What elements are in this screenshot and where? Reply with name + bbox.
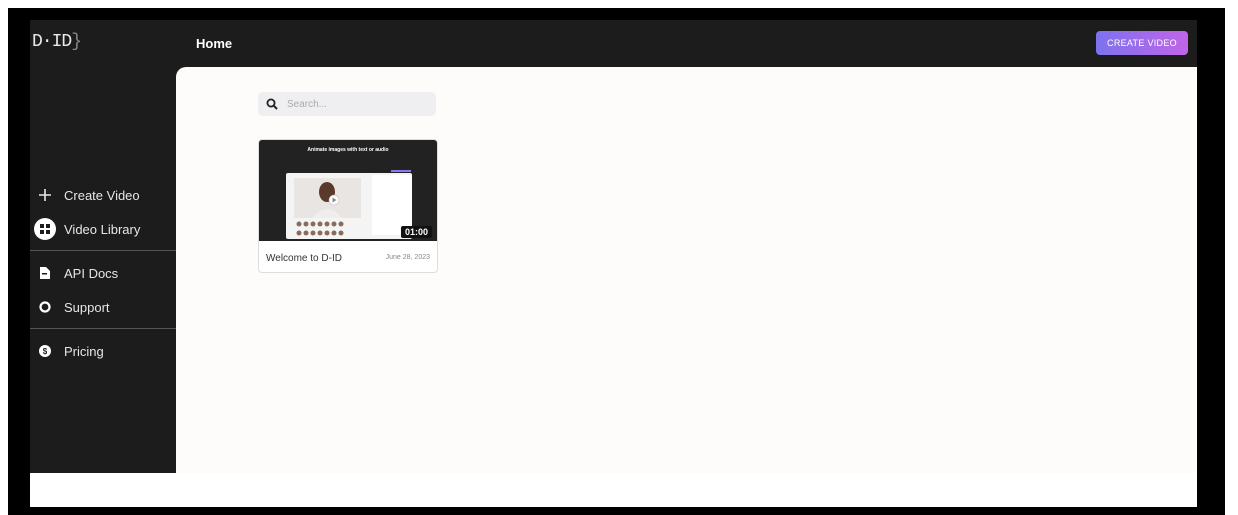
- lifebuoy-icon: [32, 301, 58, 313]
- app-window: D·ID} Home CREATE VIDEO Create Video Vid…: [30, 20, 1197, 473]
- sidebar-item-label: Pricing: [64, 343, 104, 359]
- sidebar-item-api-docs[interactable]: API Docs: [30, 259, 176, 287]
- document-icon: [32, 267, 58, 279]
- video-thumbnail[interactable]: Animate images with text or audio 01:00: [259, 140, 437, 241]
- sidebar-item-label: API Docs: [64, 265, 119, 281]
- sidebar-item-label: Video Library: [64, 221, 141, 237]
- sidebar-item-pricing[interactable]: $ Pricing: [30, 337, 176, 365]
- search-bar[interactable]: [258, 92, 436, 116]
- d-id-logo[interactable]: D·ID}: [32, 32, 82, 52]
- sidebar-item-video-library[interactable]: Video Library: [30, 215, 176, 243]
- page-title: Home: [196, 36, 233, 51]
- search-input[interactable]: [285, 97, 429, 111]
- grid-icon: [32, 218, 58, 240]
- sidebar-item-support[interactable]: Support: [30, 293, 176, 321]
- video-card[interactable]: Animate images with text or audio 01:00 …: [258, 139, 438, 273]
- plus-icon: [32, 188, 58, 202]
- search-icon: [266, 98, 278, 110]
- sidebar-divider: [30, 328, 176, 329]
- video-title: Welcome to D-ID: [266, 253, 342, 264]
- video-duration: 01:00: [401, 226, 433, 238]
- svg-text:$: $: [43, 347, 48, 356]
- sidebar-item-create-video[interactable]: Create Video: [30, 181, 176, 209]
- video-date: June 28, 2023: [385, 254, 430, 261]
- create-video-button[interactable]: CREATE VIDEO: [1096, 31, 1188, 55]
- dollar-icon: $: [32, 345, 58, 357]
- sidebar-item-label: Create Video: [64, 187, 140, 203]
- sidebar-item-label: Support: [64, 299, 110, 315]
- main-content: Animate images with text or audio: [176, 67, 1197, 473]
- sidebar-divider: [30, 250, 176, 251]
- frame-bottom-area: [30, 473, 1197, 507]
